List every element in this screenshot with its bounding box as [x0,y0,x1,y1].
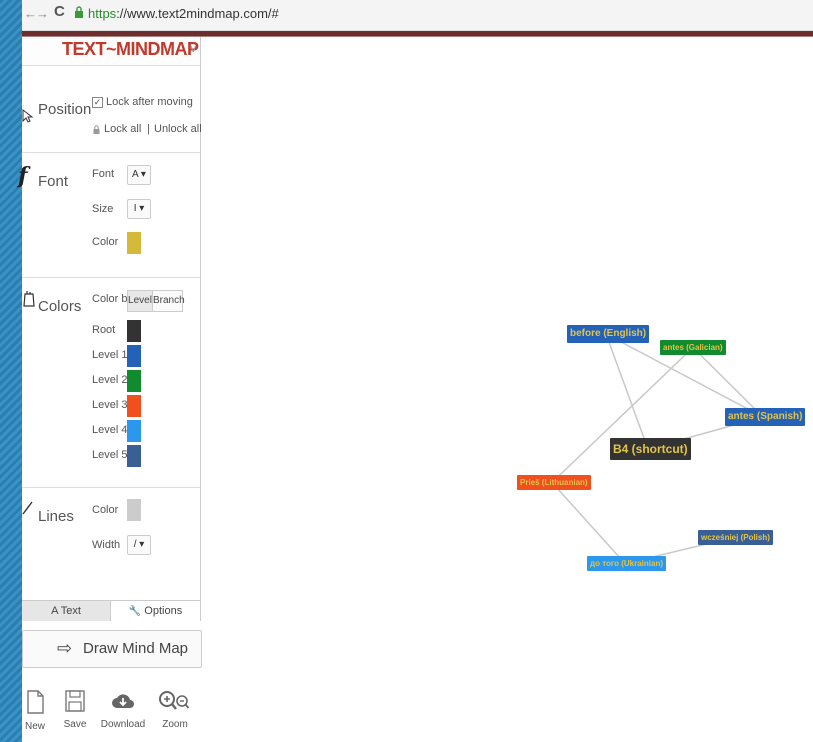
color-by-level-option[interactable]: Level [127,290,153,312]
zoom-button[interactable]: Zoom [150,690,200,738]
address-bar[interactable]: https://www.text2mindmap.com/# [88,6,279,21]
font-title: Font [38,173,69,190]
save-label: Save [63,719,87,730]
tab-text[interactable]: A Text [22,601,111,621]
mindmap-canvas[interactable]: B4 (shortcut) before (English) antes (Gali… [505,320,806,580]
mindmap-node[interactable]: wcześniej (Polish) [698,530,773,545]
font-icon: f [18,163,28,189]
padlock-icon [93,125,100,134]
font-family-dropdown[interactable]: A ▾ [127,165,151,185]
line-icon [22,501,33,515]
connection-line [551,346,694,484]
link-separator: | [147,123,150,135]
size-label: Size [92,203,114,215]
download-label: Download [100,719,146,730]
font-color-label: Color [92,236,119,248]
app-logo: TEXT~MINDMAP [62,39,199,59]
level-color-swatch[interactable] [127,320,141,342]
new-file-icon [27,690,44,714]
level-color-swatch[interactable] [127,395,141,417]
color-by-branch-option[interactable]: Branch [152,290,185,312]
paint-bucket-icon [23,291,35,307]
mindmap-node[interactable]: Prieš (Lithuanian) [517,475,591,490]
save-button[interactable]: Save [50,690,100,738]
connection-line [551,481,626,565]
font-label: Font [92,168,115,180]
font-color-swatch[interactable] [127,232,141,254]
lock-icon [75,6,83,18]
url-path: ://www.text2mindmap.com/# [116,6,279,21]
browser-toolbar: ← → C https://www.text2mindmap.com/# [22,0,813,31]
connection-line [692,346,764,418]
font-size-dropdown[interactable]: I ▾ [127,199,151,219]
zoom-in-out-icon [159,691,190,710]
tab-options-label: Options [144,605,183,617]
logo-row[interactable]: TEXT~MINDMAP v [22,37,200,66]
save-disk-icon [65,690,85,712]
forward-button[interactable]: → [36,6,49,21]
lines-title: Lines [38,508,74,525]
tab-options[interactable]: 🔧 Options [111,601,200,621]
level-color-swatch[interactable] [127,370,141,392]
level-color-swatch[interactable] [127,445,141,467]
level-color-label: Level 1 [92,349,128,361]
connection-line [605,333,649,450]
reload-button[interactable]: C [54,3,65,20]
line-color-swatch[interactable] [127,499,141,521]
color-by-toggle: Level Branch [127,290,185,312]
panel-tabs: A Text 🔧 Options [22,600,200,621]
settings-panel: TEXT~MINDMAP v Position ✓ Lock after mov… [18,37,202,621]
level-color-swatch[interactable] [127,345,141,367]
level-color-label: Level 2 [92,374,128,386]
draw-mind-map-button[interactable]: ⇨ Draw Mind Map [22,630,202,668]
colors-title: Colors [38,298,82,315]
url-scheme: https [88,6,117,21]
cloud-download-icon [112,694,134,708]
mindmap-node[interactable]: до того (Ukrainian) [587,556,667,571]
arrow-right-icon: ⇨ [57,638,73,658]
lock-all-link[interactable]: Lock all [104,123,141,135]
divider [22,487,200,488]
draw-button-label: Draw Mind Map [83,640,189,657]
level-color-label: Level 5 [92,449,128,461]
lock-after-moving-checkbox[interactable]: ✓ [92,97,103,108]
unlock-all-link[interactable]: Unlock all [154,123,202,135]
position-title: Position [38,101,92,118]
divider [22,277,200,278]
line-width-dropdown[interactable]: / ▾ [127,535,151,555]
download-button[interactable]: Download [98,690,148,738]
mindmap-node[interactable]: antes (Spanish) [725,408,806,426]
lock-after-moving-label: Lock after moving [106,96,193,108]
wrench-icon: 🔧 [128,606,142,617]
divider [22,152,200,153]
chevron-down-icon[interactable]: v [191,43,197,55]
mindmap-root-node[interactable]: B4 (shortcut) [610,438,691,460]
mindmap-node[interactable]: before (English) [567,325,650,343]
desktop-edge [0,0,22,742]
level-color-label: Level 4 [92,424,128,436]
level-color-label: Root [92,324,116,336]
level-color-swatch[interactable] [127,420,141,442]
line-width-label: Width [92,539,121,551]
mindmap-node[interactable]: antes (Galician) [660,340,726,355]
level-color-label: Level 3 [92,399,128,411]
zoom-label: Zoom [162,719,188,730]
line-color-label: Color [92,504,119,516]
cursor-icon [22,109,34,123]
